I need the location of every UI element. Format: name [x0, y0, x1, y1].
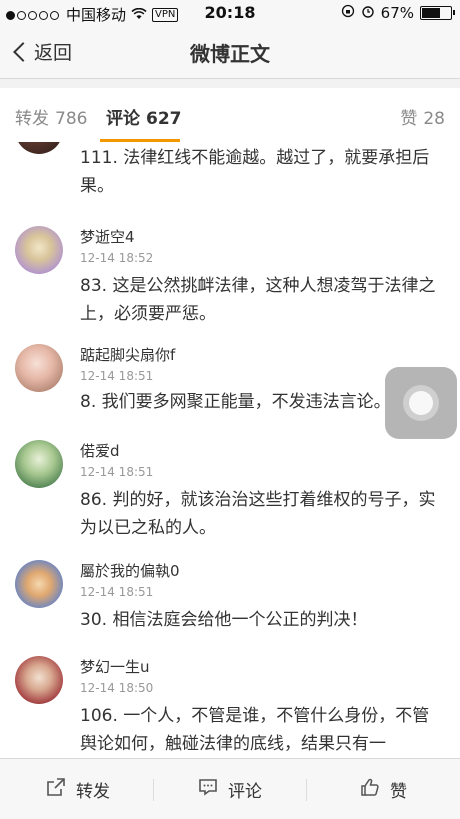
assistive-dot: [409, 391, 433, 415]
navigation-bar: 返回 微博正文: [0, 26, 460, 79]
tab-repost-label: 转发: [15, 109, 49, 129]
comment-text: 106. 一个人，不管是谁，不管什么身份，不管舆论如何，触碰法律的底线，结果只有…: [80, 706, 430, 754]
thumbs-up-icon: [360, 777, 380, 802]
comment-text: 30. 相信法庭会给他一个公正的判决！: [80, 610, 368, 630]
comment-item[interactable]: 梦幻一生u 12-14 18:50 106. 一个人，不管是谁，不管什么身份，不…: [0, 644, 460, 758]
comment-text: 86. 判的好，就该治治这些打着维权的号子，实为以已之私的人。: [80, 490, 436, 538]
like-button[interactable]: 赞: [360, 777, 407, 802]
avatar[interactable]: [15, 344, 63, 392]
comment-icon: [198, 777, 218, 802]
comment-time: 12-14 18:51: [80, 585, 154, 599]
tab-likes[interactable]: 赞 28: [400, 104, 445, 129]
status-bar: 中国移动 VPN 20:18 67%: [0, 0, 460, 26]
battery-icon: [420, 6, 455, 20]
share-icon: [46, 777, 66, 802]
tab-comments[interactable]: 评论 627: [106, 104, 182, 129]
avatar[interactable]: [15, 142, 63, 154]
avatar[interactable]: [15, 656, 63, 704]
bottom-toolbar: 转发 评论 赞: [0, 758, 460, 819]
commenter-name[interactable]: 梦逝空4: [80, 226, 135, 247]
commenter-name[interactable]: 屬於我的偏執0: [80, 560, 180, 581]
like-label: 赞: [390, 782, 407, 802]
comment-time: 12-14 18:50: [80, 681, 154, 695]
comment-time: 12-14 18:52: [80, 251, 154, 265]
avatar[interactable]: [15, 560, 63, 608]
tab-repost-count: 786: [55, 109, 88, 129]
toolbar-divider: [153, 779, 154, 801]
tab-repost[interactable]: 转发 786: [15, 104, 87, 129]
comment-text: 111. 法律红线不能逾越。越过了，就要承担后果。: [80, 148, 430, 196]
comment-list[interactable]: 111. 法律红线不能逾越。越过了，就要承担后果。 梦逝空4 12-14 18:…: [0, 142, 460, 758]
commenter-name[interactable]: 偌爱d: [80, 440, 120, 461]
toolbar-divider: [306, 779, 307, 801]
battery-percent: 67%: [380, 4, 414, 22]
comment-button[interactable]: 评论: [198, 777, 262, 802]
comment-item[interactable]: 屬於我的偏執0 12-14 18:51 30. 相信法庭会给他一个公正的判决！: [0, 548, 460, 645]
comment-text: 83. 这是公然挑衅法律，这种人想凌驾于法律之上，必须要严惩。: [80, 276, 436, 324]
comment-time: 12-14 18:51: [80, 369, 154, 383]
status-right: 67%: [341, 4, 455, 22]
avatar[interactable]: [15, 226, 63, 274]
avatar[interactable]: [15, 440, 63, 488]
tab-likes-label: 赞: [400, 109, 418, 129]
repost-button[interactable]: 转发: [46, 777, 110, 802]
tab-comments-count: 627: [146, 109, 182, 129]
comment-time: 12-14 18:51: [80, 465, 154, 479]
tab-comments-label: 评论: [106, 109, 140, 129]
tab-bar: 转发 786 评论 627 赞 28: [0, 88, 460, 143]
tab-likes-count: 28: [423, 109, 445, 129]
page-title: 微博正文: [190, 42, 270, 66]
comment-item[interactable]: 111. 法律红线不能逾越。越过了，就要承担后果。: [0, 142, 460, 215]
repost-label: 转发: [76, 782, 110, 802]
comment-label: 评论: [228, 782, 262, 802]
comment-item[interactable]: 梦逝空4 12-14 18:52 83. 这是公然挑衅法律，这种人想凌驾于法律之…: [0, 214, 460, 333]
rotation-lock-icon: [341, 4, 355, 22]
assistive-touch-button[interactable]: [385, 367, 457, 439]
commenter-name[interactable]: 踮起脚尖扇你f: [80, 344, 175, 365]
alarm-icon: [361, 4, 375, 22]
comment-item[interactable]: 偌爱d 12-14 18:51 86. 判的好，就该治治这些打着维权的号子，实为…: [0, 428, 460, 549]
commenter-name[interactable]: 梦幻一生u: [80, 656, 150, 677]
